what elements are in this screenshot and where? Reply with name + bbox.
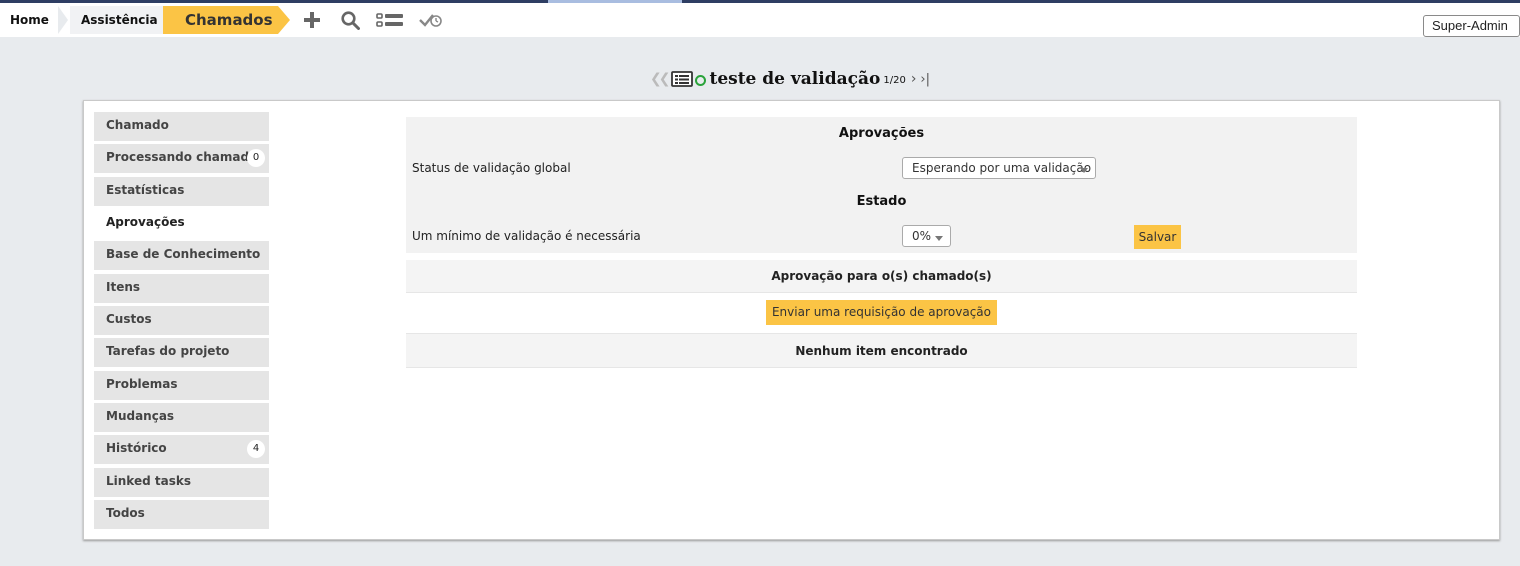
global-status-select[interactable]: Esperando por uma validação: [902, 157, 1096, 179]
item-counter: 1/20: [883, 75, 906, 86]
tab-custos[interactable]: Custos: [94, 306, 269, 336]
tab-base-de-conhecimento[interactable]: Base de Conhecimento: [94, 241, 269, 271]
empty-list-message: Nenhum item encontrado: [406, 334, 1357, 368]
tab-aprovacoes[interactable]: Aprovações: [94, 209, 269, 239]
tab-label: Linked tasks: [106, 473, 191, 488]
tab-linked-tasks[interactable]: Linked tasks: [94, 467, 269, 497]
main-panel: Chamado Processando chamado 0 Estatística…: [83, 100, 1500, 540]
approvals-content: Aprovações Status de validação global Es…: [406, 117, 1357, 368]
tab-label: Estatísticas: [106, 182, 185, 197]
status-new-icon: [695, 75, 707, 86]
breadcrumb-current[interactable]: Chamados: [163, 6, 278, 34]
tab-label: Aprovações: [106, 215, 185, 230]
tab-label: Todos: [106, 506, 145, 521]
tab-estatisticas[interactable]: Estatísticas: [94, 176, 269, 206]
tab-label: Processando chamado: [106, 150, 258, 165]
breadcrumb-home[interactable]: Home: [10, 6, 49, 34]
breadcrumb-separator: [278, 6, 290, 34]
breadcrumb-separator: [58, 6, 68, 34]
global-status-row: Status de validação global Esperando por…: [406, 151, 1357, 185]
list-icon[interactable]: [375, 10, 405, 30]
tab-label: Tarefas do projeto: [106, 344, 230, 359]
plus-icon[interactable]: [302, 10, 322, 30]
tab-list: Chamado Processando chamado 0 Estatística…: [94, 112, 269, 532]
tab-mudancas[interactable]: Mudanças: [94, 403, 269, 433]
tab-itens[interactable]: Itens: [94, 273, 269, 303]
min-validation-row: Um mínimo de validação é necessária 0% S…: [406, 219, 1357, 253]
last-item-icon[interactable]: ›|: [920, 72, 930, 87]
tab-label: Mudanças: [106, 409, 175, 424]
min-validation-select[interactable]: 0%: [902, 225, 951, 247]
next-item-icon[interactable]: ›: [911, 71, 917, 87]
profile-selector[interactable]: Super-Admin: [1423, 15, 1520, 37]
tab-label: Itens: [106, 279, 141, 294]
tab-todos[interactable]: Todos: [94, 500, 269, 530]
item-navigation: ❮❮ teste de validação 1/20 › ›|: [650, 66, 930, 92]
breadcrumb-assistance[interactable]: Assistência: [70, 6, 164, 34]
tab-tarefas-do-projeto[interactable]: Tarefas do projeto: [94, 338, 269, 368]
count-badge: 4: [247, 440, 265, 459]
top-navigation-bar: Home Assistência Chamados Super-Admin: [0, 3, 1520, 37]
approval-list-header: Aprovação para o(s) chamado(s): [406, 260, 1357, 293]
save-button[interactable]: Salvar: [1134, 225, 1181, 249]
send-approval-request-button[interactable]: Enviar uma requisição de aprovação: [765, 300, 998, 325]
global-status-label: Status de validação global: [412, 161, 571, 175]
tab-processando-chamado[interactable]: Processando chamado 0: [94, 144, 269, 174]
item-title: teste de validação: [709, 69, 881, 89]
count-badge: 0: [247, 149, 265, 168]
tab-chamado[interactable]: Chamado: [94, 112, 269, 141]
request-row: Enviar uma requisição de aprovação: [406, 293, 1357, 334]
first-item-icon[interactable]: ❮❮: [650, 71, 671, 87]
form-list-icon[interactable]: [671, 71, 694, 87]
tab-label: Chamado: [106, 118, 169, 132]
tab-label: Custos: [106, 312, 152, 327]
tab-problemas[interactable]: Problemas: [94, 370, 269, 400]
validation-icon[interactable]: [418, 10, 444, 30]
approvals-form: Aprovações Status de validação global Es…: [406, 117, 1357, 253]
tab-historico[interactable]: Histórico 4: [94, 435, 269, 465]
tab-label: Histórico: [106, 441, 167, 456]
tab-label: Base de Conhecimento: [106, 247, 261, 262]
section-title-approvals: Aprovações: [838, 126, 925, 141]
min-validation-label: Um mínimo de validação é necessária: [412, 229, 641, 243]
section-title-state: Estado: [856, 194, 907, 209]
tab-label: Problemas: [106, 376, 178, 391]
search-icon[interactable]: [339, 10, 361, 30]
